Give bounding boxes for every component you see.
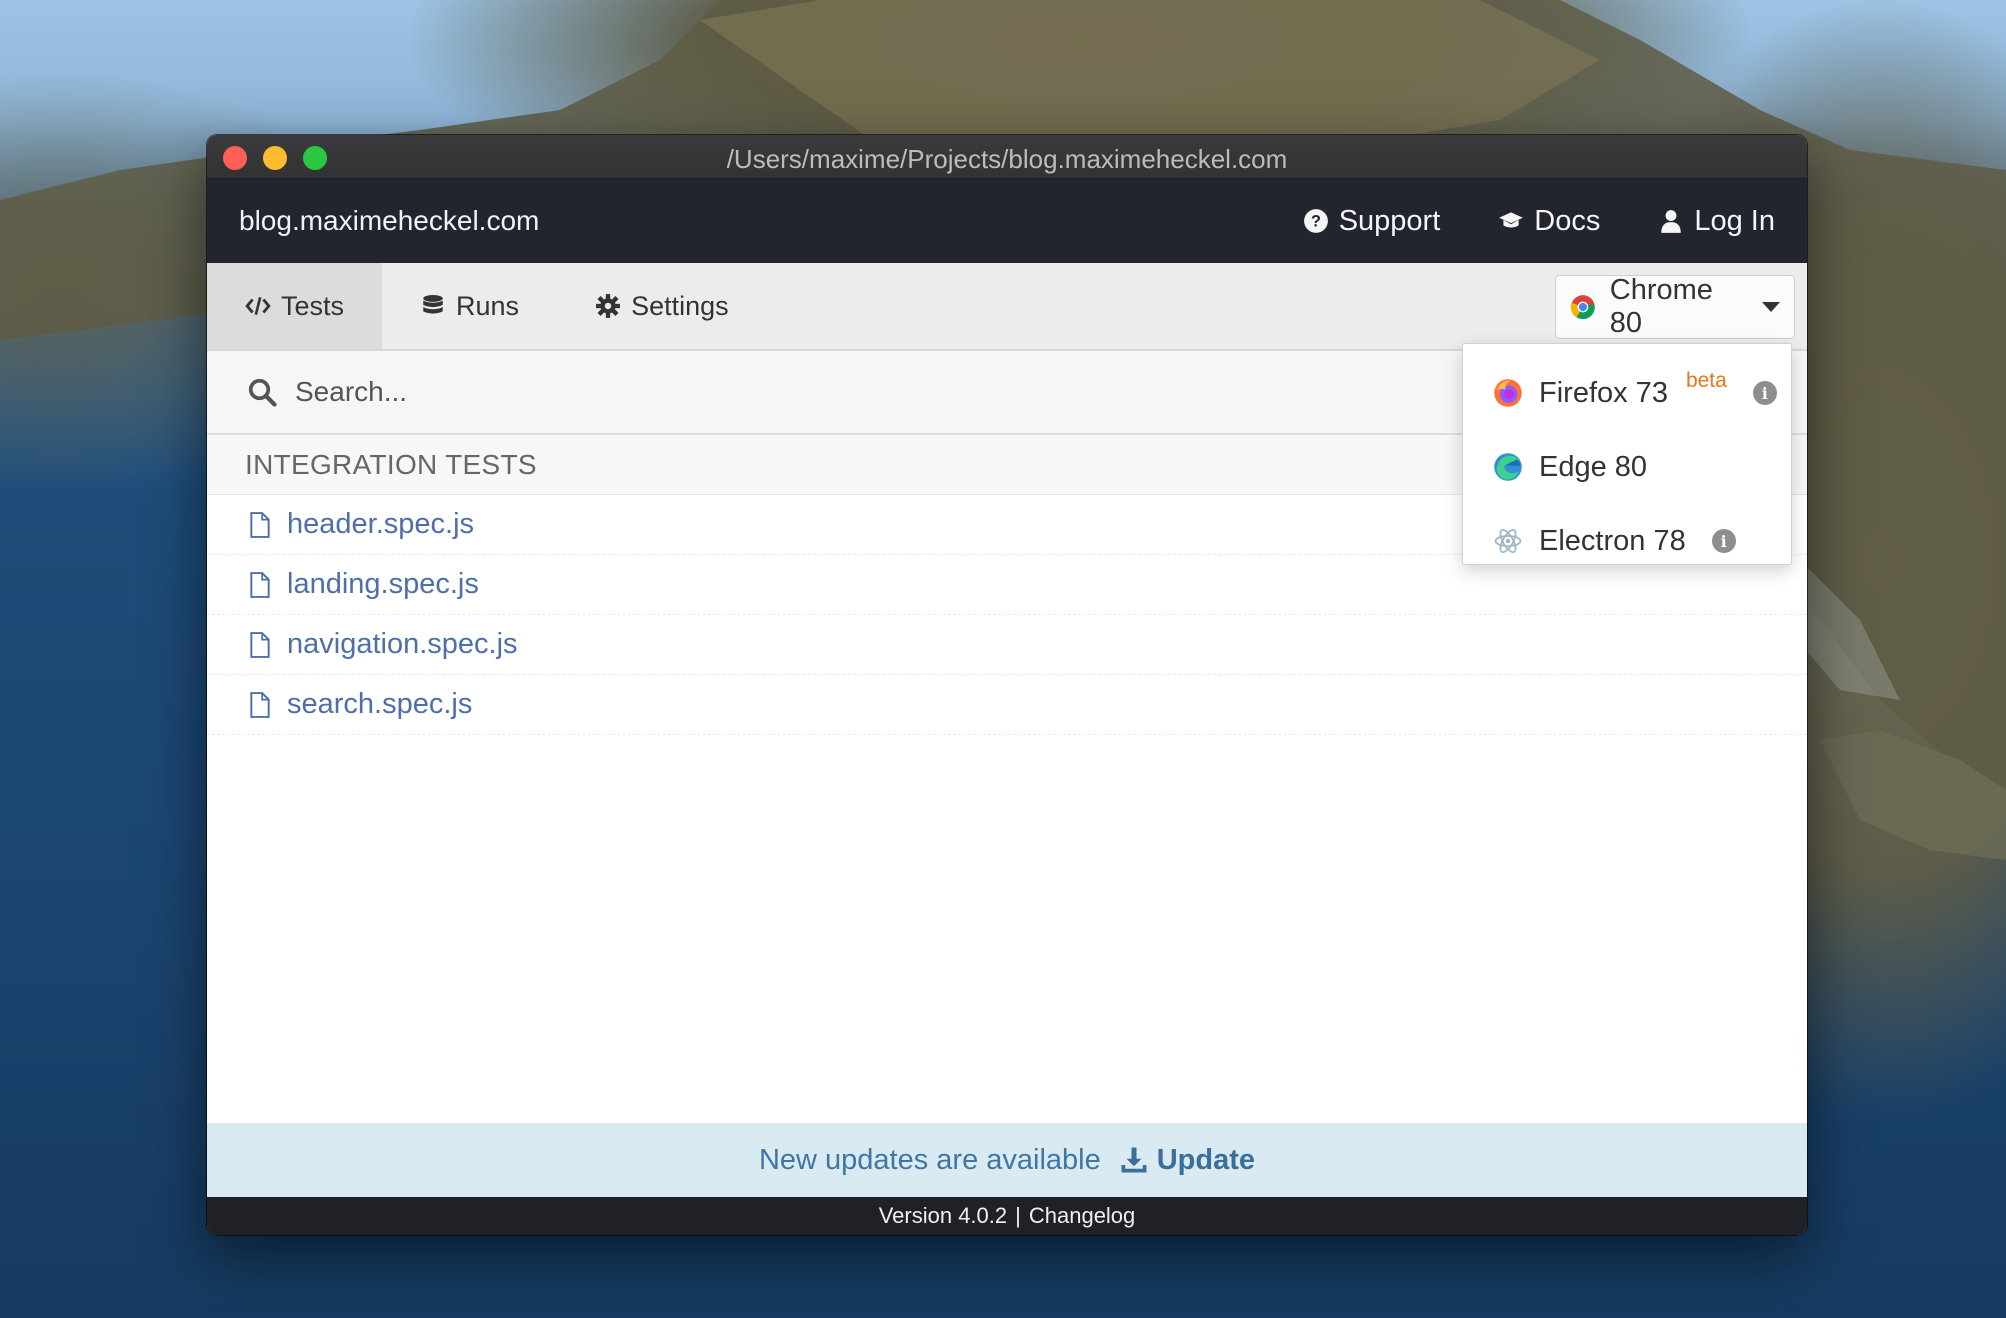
- spec-file-row[interactable]: search.spec.js: [207, 675, 1807, 735]
- project-name: blog.maximeheckel.com: [239, 205, 540, 236]
- spec-file-name: landing.spec.js: [287, 568, 479, 600]
- question-circle-icon: ?: [1303, 209, 1328, 233]
- browser-option-electron[interactable]: Electron 78 i: [1463, 504, 1791, 578]
- docs-link[interactable]: Docs: [1498, 205, 1600, 238]
- changelog-link[interactable]: Changelog: [1029, 1203, 1135, 1229]
- support-link[interactable]: ? Support: [1303, 204, 1441, 238]
- support-label: Support: [1338, 204, 1441, 237]
- tab-tests[interactable]: Tests: [207, 263, 383, 349]
- info-icon[interactable]: i: [1752, 381, 1777, 405]
- footer-separator: |: [1015, 1203, 1021, 1228]
- search-icon: [248, 378, 277, 407]
- update-button[interactable]: Update: [1119, 1144, 1255, 1177]
- firefox-icon: [1494, 379, 1522, 407]
- file-icon: [250, 511, 270, 538]
- browser-select-button[interactable]: Chrome 80: [1555, 274, 1795, 339]
- browser-option-label: Edge 80: [1539, 450, 1648, 483]
- download-icon: [1121, 1147, 1147, 1173]
- file-icon: [250, 691, 270, 718]
- window-titlebar: /Users/maxime/Projects/blog.maximeheckel…: [207, 135, 1807, 179]
- docs-label: Docs: [1534, 204, 1601, 237]
- browser-option-edge[interactable]: Edge 80: [1463, 430, 1791, 504]
- svg-text:?: ?: [1311, 212, 1321, 230]
- search-input[interactable]: [295, 376, 1195, 408]
- browser-dropdown-menu: Firefox 73 beta i Edge 80 Electron 78 i: [1462, 343, 1792, 565]
- browser-option-label: Electron 78: [1539, 524, 1686, 557]
- login-label: Log In: [1694, 204, 1775, 237]
- edge-icon: [1494, 453, 1522, 481]
- tab-runs[interactable]: Runs: [382, 263, 557, 349]
- beta-badge: beta: [1685, 369, 1727, 392]
- tab-runs-label: Runs: [456, 290, 520, 321]
- database-icon: [423, 294, 443, 314]
- tab-bar: Tests Runs Settings Chrome 80: [207, 263, 1807, 351]
- update-banner: New updates are available Update: [207, 1123, 1807, 1197]
- spec-file-name: search.spec.js: [287, 688, 473, 720]
- spec-file-row[interactable]: navigation.spec.js: [207, 615, 1807, 675]
- code-icon: [245, 297, 271, 315]
- top-navigation: blog.maximeheckel.com ? Support Docs Log…: [207, 179, 1807, 263]
- browser-option-label: Firefox 73: [1539, 376, 1668, 409]
- chevron-down-icon: [1762, 302, 1780, 312]
- tab-settings-label: Settings: [631, 290, 729, 321]
- login-link[interactable]: Log In: [1658, 205, 1775, 238]
- user-icon: [1661, 210, 1682, 233]
- browser-option-firefox[interactable]: Firefox 73 beta i: [1463, 356, 1791, 430]
- spec-file-name: navigation.spec.js: [287, 628, 518, 660]
- version-label: Version 4.0.2: [878, 1203, 1008, 1228]
- update-message: New updates are available: [758, 1143, 1101, 1176]
- tab-tests-label: Tests: [281, 290, 345, 321]
- app-window: /Users/maxime/Projects/blog.maximeheckel…: [207, 135, 1807, 1235]
- info-icon[interactable]: i: [1711, 529, 1736, 553]
- window-title: /Users/maxime/Projects/blog.maximeheckel…: [726, 144, 1288, 174]
- electron-icon: [1494, 529, 1522, 553]
- file-icon: [250, 631, 270, 658]
- file-icon: [250, 571, 270, 598]
- chrome-icon: [1570, 295, 1595, 320]
- spec-file-name: header.spec.js: [287, 508, 475, 540]
- update-button-label: Update: [1156, 1143, 1256, 1176]
- graduation-cap-icon: [1499, 212, 1524, 228]
- gear-icon: [596, 294, 620, 318]
- footer: Version 4.0.2 | Changelog: [207, 1197, 1807, 1235]
- tab-settings[interactable]: Settings: [557, 263, 767, 349]
- selected-browser-label: Chrome 80: [1609, 274, 1713, 339]
